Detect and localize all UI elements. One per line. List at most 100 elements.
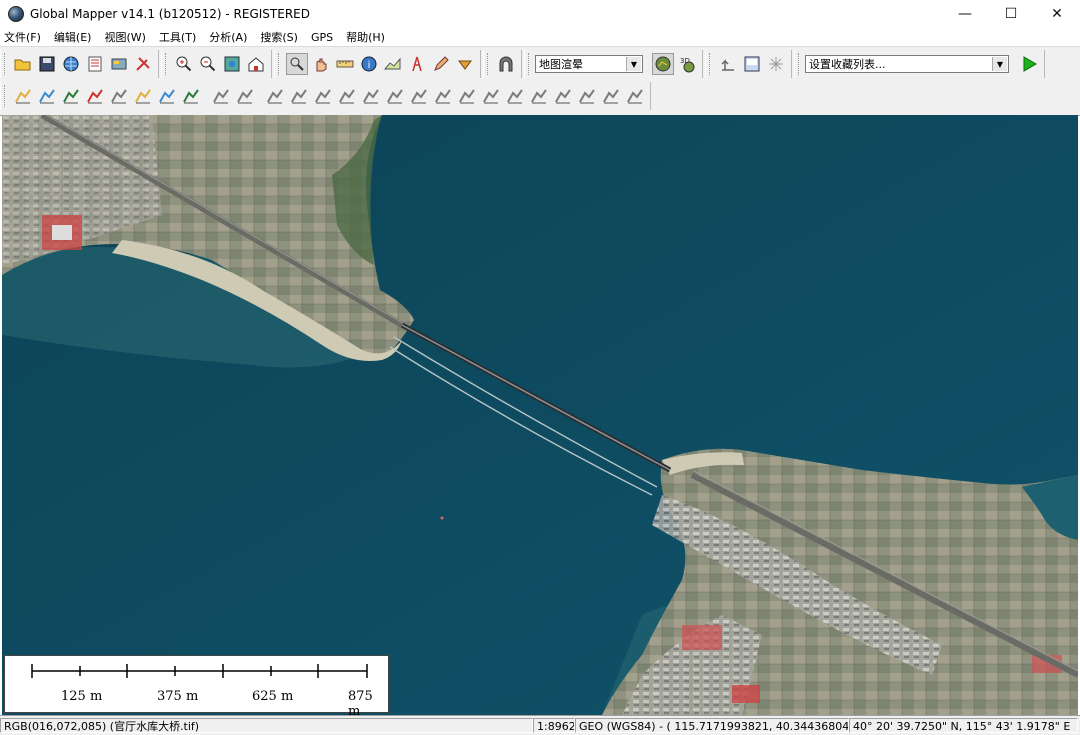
maximize-button[interactable]: ☐ [988, 0, 1034, 28]
menu-bar: 文件(F) 编辑(E) 视图(W) 工具(T) 分析(A) 搜索(S) GPS … [0, 28, 1080, 46]
toolbar-grip[interactable] [798, 53, 802, 75]
menu-gps[interactable]: GPS [311, 31, 333, 44]
tunnel-icon[interactable] [495, 53, 517, 75]
cut-area-icon[interactable] [312, 85, 334, 107]
3d-path-tool-icon[interactable] [454, 53, 476, 75]
title-bar: Global Mapper v14.1 (b120512) - REGISTER… [0, 0, 1080, 28]
area-shape-icon[interactable] [552, 85, 574, 107]
map-scale: 1:8962 [533, 718, 575, 733]
create-line-icon[interactable] [36, 85, 58, 107]
undo-curve-icon[interactable] [624, 85, 646, 107]
zoom-out-icon[interactable] [197, 53, 219, 75]
3d-view-icon[interactable]: 3D [676, 53, 698, 75]
shader-select-value: 地图渲晕 [539, 58, 583, 71]
menu-help[interactable]: 帮助(H) [346, 29, 385, 45]
toolbar-area: i 地图渲晕 ▼ 3D 设置收藏列表... ▼ [0, 46, 1080, 116]
menu-file[interactable]: 文件(F) [4, 29, 41, 45]
map-layout-icon[interactable] [741, 53, 763, 75]
vertex-move-icon[interactable] [234, 85, 256, 107]
minimize-button[interactable]: — [942, 0, 988, 28]
menu-edit[interactable]: 编辑(E) [54, 29, 92, 45]
bookmark-select[interactable]: 设置收藏列表... ▼ [805, 55, 1009, 73]
join-line-icon[interactable] [360, 85, 382, 107]
split-line-icon[interactable] [336, 85, 358, 107]
shader-select[interactable]: 地图渲晕 ▼ [535, 55, 643, 73]
toolbar-grip[interactable] [165, 53, 169, 75]
svg-text:i: i [368, 60, 371, 71]
toolbar-grip[interactable] [278, 53, 282, 75]
play-icon[interactable] [1018, 53, 1040, 75]
pan-tool-icon[interactable] [310, 53, 332, 75]
zoom-tool-icon[interactable] [286, 53, 308, 75]
toolbar-grip[interactable] [487, 53, 491, 75]
full-view-icon[interactable] [221, 53, 243, 75]
globe-icon[interactable] [60, 53, 82, 75]
area-fill-icon[interactable] [504, 85, 526, 107]
back-icon[interactable] [717, 53, 739, 75]
rotate-icon[interactable] [480, 85, 502, 107]
menu-search[interactable]: 搜索(S) [260, 29, 298, 45]
digitizer-toolbar [0, 82, 651, 110]
close-button[interactable]: ✕ [1034, 0, 1080, 28]
open-folder-icon[interactable] [12, 53, 34, 75]
create-point-icon[interactable] [108, 85, 130, 107]
status-bar: RGB(016,072,085) (官厅水库大桥.tif) 1:8962 GEO… [0, 715, 1080, 735]
scale-label-875: 875 m [348, 689, 373, 715]
toolbar-grip[interactable] [709, 53, 713, 75]
menu-analysis[interactable]: 分析(A) [209, 29, 247, 45]
window-title: Global Mapper v14.1 (b120512) - REGISTER… [30, 7, 310, 21]
angle-up-icon[interactable] [600, 85, 622, 107]
grid-icon[interactable] [180, 85, 202, 107]
measure-tool-icon[interactable] [334, 53, 356, 75]
globe-app-icon [8, 6, 24, 22]
union-area-icon[interactable] [384, 85, 406, 107]
scale-label-125: 125 m [61, 689, 103, 704]
sparkle-icon[interactable] [765, 53, 787, 75]
area-edit-icon[interactable] [528, 85, 550, 107]
toolbar-row-1: i 地图渲晕 ▼ 3D 设置收藏列表... ▼ [0, 49, 1047, 79]
menu-view[interactable]: 视图(W) [104, 29, 145, 45]
scale-label-375: 375 m [157, 689, 199, 704]
tower-tool-icon[interactable] [406, 53, 428, 75]
intersect-area-icon[interactable] [408, 85, 430, 107]
window-controls: — ☐ ✕ [942, 0, 1080, 28]
scale-bar: 125 m 375 m 625 m 875 m [4, 655, 389, 715]
buffer-icon[interactable] [156, 85, 178, 107]
scale-label-625: 625 m [252, 689, 294, 704]
chevron-down-icon[interactable]: ▼ [626, 57, 641, 71]
toolbar-grip[interactable] [528, 53, 532, 75]
vertex-add-icon[interactable] [210, 85, 232, 107]
zoom-toolbar [161, 50, 272, 78]
toolbar-grip[interactable] [4, 85, 8, 107]
smooth-area-icon[interactable] [288, 85, 310, 107]
bookmark-toolbar: 设置收藏列表... ▼ [794, 50, 1045, 78]
profile-tool-icon[interactable] [382, 53, 404, 75]
save-icon[interactable] [36, 53, 58, 75]
tunnel-toolbar [483, 50, 522, 78]
angle-left-icon[interactable] [576, 85, 598, 107]
toolbar-grip[interactable] [4, 53, 8, 75]
feature-split-icon[interactable] [84, 85, 106, 107]
scale-ruler [31, 664, 368, 678]
shader-settings-icon[interactable] [652, 53, 674, 75]
info-tool-icon[interactable]: i [358, 53, 380, 75]
menu-tools[interactable]: 工具(T) [159, 29, 196, 45]
config-icon[interactable] [108, 53, 130, 75]
draw-line-icon[interactable] [264, 85, 286, 107]
satellite-image [2, 115, 1078, 715]
shader-toolbar: 地图渲晕 ▼ 3D [524, 50, 703, 78]
geo-coordinates: GEO (WGS84) - ( 115.7171993821, 40.34436… [575, 718, 849, 733]
circle-area-icon[interactable] [432, 85, 454, 107]
create-area-icon[interactable] [12, 85, 34, 107]
layer-control-icon[interactable] [84, 53, 106, 75]
digitizer-tool-icon[interactable] [430, 53, 452, 75]
zoom-in-icon[interactable] [173, 53, 195, 75]
map-view[interactable]: 125 m 375 m 625 m 875 m [2, 115, 1078, 715]
cad-import-icon[interactable] [132, 85, 154, 107]
grid-split-icon[interactable] [456, 85, 478, 107]
toolbar-row-2 [0, 81, 653, 111]
feature-edit-icon[interactable] [60, 85, 82, 107]
home-icon[interactable] [245, 53, 267, 75]
tools-icon[interactable] [132, 53, 154, 75]
chevron-down-icon[interactable]: ▼ [992, 57, 1007, 71]
